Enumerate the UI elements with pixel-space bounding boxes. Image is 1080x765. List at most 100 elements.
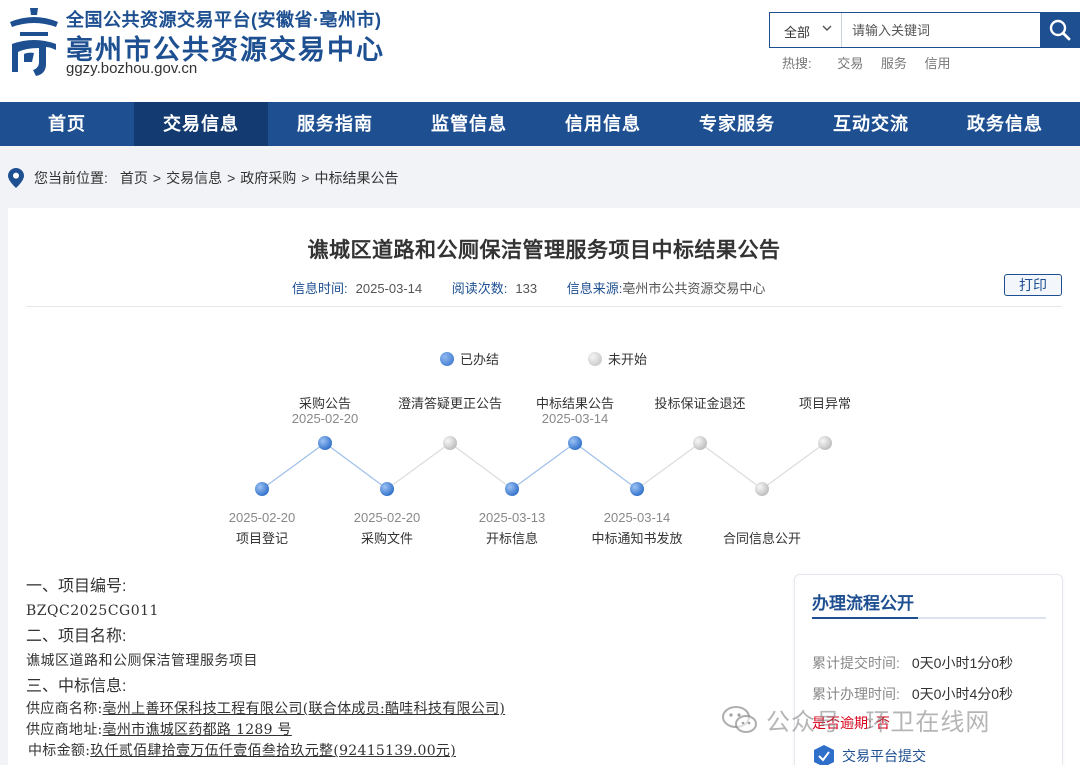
location-pin-icon (8, 168, 24, 188)
timeline-node-pending[interactable] (443, 436, 457, 450)
article-card: 谯城区道路和公厕保洁管理服务项目中标结果公告 信息时间: 2025-03-14 阅… (8, 208, 1080, 765)
wechat-watermark: 公众号 · 环卫在线网 (722, 702, 990, 737)
timeline-step-label: 项目登记 (235, 531, 289, 546)
search-input[interactable] (843, 13, 1041, 47)
timeline-step-label: 采购公告 (298, 396, 352, 411)
nav-item-government[interactable]: 政务信息 (938, 102, 1072, 146)
meta-source-label: 信息来源: (566, 281, 623, 296)
supplier-address: 亳州市谯城区药都路 1289 号 (102, 722, 292, 738)
breadcrumb-prefix: 您当前位置: (34, 170, 108, 186)
breadcrumb-item-procurement[interactable]: 政府采购 (240, 168, 296, 188)
supplier-address-row: 供应商地址:亳州市谯城区药都路 1289 号 (26, 720, 786, 741)
bozhou-logo-icon[interactable] (6, 6, 62, 78)
hot-term[interactable]: 交易 (837, 56, 863, 71)
timeline-node-pending[interactable] (693, 436, 707, 450)
submit-time-row: 累计提交时间: 0天0小时1分0秒 (812, 653, 1013, 673)
timeline-node-done[interactable] (568, 436, 582, 450)
timeline-connector (386, 442, 451, 490)
timeline-step-date: 2025-02-20 (353, 510, 421, 525)
timeline-step-label: 中标通知书发放 (591, 531, 683, 546)
site-header: 全国公共资源交易平台(安徽省·亳州市) 亳州市公共资源交易中心 ggzy.boz… (0, 0, 1080, 102)
submit-time-value: 0天0小时1分0秒 (911, 655, 1014, 671)
platform-submit-link[interactable]: 交易平台提交 (812, 744, 926, 765)
timeline-connector (574, 442, 638, 490)
legend-pending-label: 未开始 (608, 352, 648, 367)
done-dot-icon (440, 351, 454, 366)
hot-search: 热搜: 交易 服务 信用 (782, 53, 965, 72)
platform-submit-label: 交易平台提交 (842, 748, 926, 764)
hot-search-label: 热搜: (782, 56, 812, 71)
timeline-node-done[interactable] (380, 482, 394, 496)
search-button[interactable] (1040, 12, 1080, 48)
timeline-connector (261, 442, 326, 490)
timeline-connector (324, 442, 388, 490)
award-amount: 玖仟贰佰肆拾壹万伍仟壹佰叁拾玖元整(92415139.00元) (90, 743, 456, 759)
timeline-step-label: 中标结果公告 (535, 396, 615, 411)
timeline-step-label: 开标信息 (485, 531, 539, 546)
main-nav: 首页 交易信息 服务指南 监管信息 信用信息 专家服务 互动交流 政务信息 (0, 102, 1080, 146)
article-meta: 信息时间: 2025-03-14 阅读次数: 133 信息来源:亳州市公共资源交易中… (292, 278, 791, 297)
timeline-connector (699, 442, 763, 490)
meta-time-value: 2025-03-14 (355, 281, 423, 296)
timeline-step-date: 2025-02-20 (228, 510, 296, 525)
timeline-node-pending[interactable] (818, 436, 832, 450)
timeline-step-label: 投标保证金退还 (654, 396, 746, 411)
breadcrumb-item-current[interactable]: 中标结果公告 (314, 168, 398, 188)
nav-item-interaction[interactable]: 互动交流 (804, 102, 938, 146)
legend-done: 已办结 (440, 349, 499, 368)
breadcrumb-separator: > (152, 170, 162, 186)
nav-item-service-guide[interactable]: 服务指南 (268, 102, 402, 146)
pending-dot-icon (588, 351, 602, 366)
search-scope-select[interactable]: 全部 (770, 13, 842, 47)
chevron-down-icon (822, 25, 832, 31)
meta-reads-label: 阅读次数: (451, 281, 508, 296)
timeline-node-pending[interactable] (755, 482, 769, 496)
project-number: BZQC2025CG011 (26, 603, 159, 619)
timeline-step-label: 采购文件 (360, 531, 414, 546)
article-title: 谯城区道路和公厕保洁管理服务项目中标结果公告 (307, 239, 781, 262)
timeline-node-done[interactable] (505, 482, 519, 496)
timeline-step-date: 2025-02-20 (291, 411, 359, 426)
nav-item-transactions[interactable]: 交易信息 (134, 102, 268, 146)
timeline-connector (636, 442, 701, 490)
timeline-connector (761, 442, 826, 490)
legend-done-label: 已办结 (460, 352, 500, 367)
hot-term[interactable]: 信用 (925, 56, 951, 71)
nav-item-credit[interactable]: 信用信息 (536, 102, 670, 146)
nav-item-experts[interactable]: 专家服务 (670, 102, 804, 146)
timeline-step-label: 合同信息公开 (722, 531, 802, 546)
breadcrumb-separator: > (301, 170, 310, 186)
watermark-text: 公众号 · 环卫在线网 (766, 709, 991, 736)
handle-time-value: 0天0小时4分0秒 (911, 686, 1014, 702)
nav-item-supervision[interactable]: 监管信息 (402, 102, 536, 146)
handle-time-label: 累计办理时间: (812, 686, 900, 702)
project-name: 谯城区道路和公厕保洁管理服务项目 (26, 653, 258, 669)
timeline-node-done[interactable] (630, 482, 644, 496)
supplier-name-row: 供应商名称:亳州上善环保科技工程有限公司(联合体成员:酷哇科技有限公司) (26, 699, 786, 720)
meta-source-value: 亳州市公共资源交易中心 (622, 281, 766, 296)
logo-url: ggzy.bozhou.gov.cn (66, 60, 198, 77)
submit-time-label: 累计提交时间: (812, 655, 900, 671)
legend-pending: 未开始 (588, 349, 647, 368)
timeline-step-label: 澄清答疑更正公告 (397, 396, 503, 411)
handle-time-row: 累计办理时间: 0天0小时4分0秒 (812, 684, 1013, 704)
supplier-address-label: 供应商地址: (26, 722, 103, 738)
section-project-name-heading: 二、项目名称: (26, 628, 127, 645)
hot-term[interactable]: 服务 (881, 56, 907, 71)
breadcrumb-separator: > (227, 170, 236, 186)
title-divider (26, 306, 1062, 307)
timeline-connector (511, 442, 576, 490)
announcement-body: 一、项目编号: BZQC2025CG011 二、项目名称: 谯城区道路和公厕保洁… (26, 574, 786, 762)
timeline-node-done[interactable] (318, 436, 332, 450)
timeline-step-date: 2025-03-13 (478, 510, 546, 525)
print-button[interactable]: 打印 (1004, 274, 1062, 296)
breadcrumb-item-home[interactable]: 首页 (120, 168, 148, 188)
supplier-name: 亳州上善环保科技工程有限公司(联合体成员:酷哇科技有限公司) (102, 701, 506, 717)
timeline-node-done[interactable] (255, 482, 269, 496)
nav-item-home[interactable]: 首页 (0, 102, 134, 146)
breadcrumb-item-transactions[interactable]: 交易信息 (166, 168, 222, 188)
wechat-icon (722, 705, 757, 733)
timeline-step-date: 2025-03-14 (603, 510, 671, 525)
search-bar: 全部 (769, 12, 1080, 48)
timeline-connector (449, 442, 513, 490)
